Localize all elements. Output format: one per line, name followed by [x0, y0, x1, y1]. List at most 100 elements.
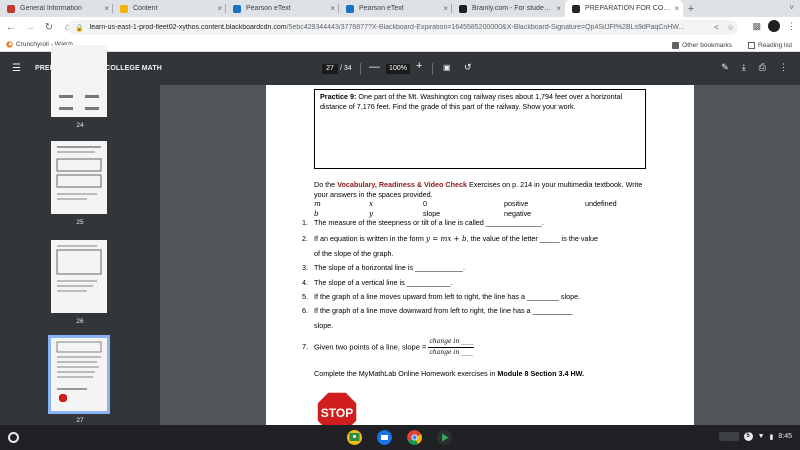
tab-title: Pearson eText	[246, 5, 291, 12]
pdf-toolbar: ☰ PREPARATION FOR COLLEGE MATH 27 / 34 —…	[0, 52, 800, 85]
pearson-icon	[346, 4, 354, 13]
close-tab-icon[interactable]: ×	[556, 4, 561, 13]
reading-list[interactable]: Reading list	[748, 41, 792, 49]
zoom-level-input[interactable]: 100%	[386, 64, 410, 74]
blackboard-icon	[572, 4, 580, 13]
close-tab-icon[interactable]: ×	[443, 4, 448, 13]
notification-count: 5	[743, 432, 753, 441]
download-icon[interactable]: ⤓	[742, 62, 746, 73]
profile-avatar[interactable]	[768, 20, 780, 32]
question-number: 1.	[302, 218, 308, 227]
tab-title: Content	[133, 5, 158, 12]
close-tab-icon[interactable]: ×	[330, 4, 335, 13]
files-icon[interactable]	[377, 430, 392, 445]
tab-title: PREPARATION FOR COLLEGE	[585, 5, 672, 12]
share-icon[interactable]: <	[714, 23, 719, 32]
browser-tab-active[interactable]: PREPARATION FOR COLLEGE×	[565, 0, 683, 17]
url-text: learn-us-east-1-prod-fleet02-xythos.cont…	[89, 24, 685, 31]
launcher-icon[interactable]	[8, 432, 19, 443]
more-options-icon[interactable]: ⋮	[779, 62, 788, 73]
word-bank-item: 0	[423, 199, 427, 208]
chrome-icon[interactable]	[407, 430, 422, 445]
question-text: slope.	[314, 321, 334, 330]
thumbnail-page[interactable]	[51, 45, 107, 117]
clock: 8:45	[778, 433, 792, 440]
word-bank-item: b	[314, 209, 319, 218]
content-icon	[120, 4, 128, 13]
stop-sign-text: STOP	[321, 406, 353, 420]
thumbnail-sidebar: 24 25 26 27	[0, 45, 160, 425]
zoom-in-icon[interactable]: +	[416, 60, 422, 72]
thumbnail-label: 24	[76, 122, 84, 129]
chrome-menu-icon[interactable]: ⋮	[787, 21, 796, 32]
brainly-icon	[459, 4, 467, 13]
pdf-viewer: Practice 9: One part of the Mt. Washingt…	[160, 85, 800, 425]
practice-box: Practice 9: One part of the Mt. Washingt…	[314, 89, 646, 169]
page-total: / 34	[340, 65, 352, 72]
question-text: If the graph of a line moves upward from…	[314, 292, 581, 301]
question-item: 1. The measure of the steepness or tilt o…	[302, 218, 652, 228]
browser-tab[interactable]: Pearson eText ×	[339, 0, 452, 17]
question-text: If the graph of a line move downward fro…	[314, 306, 573, 315]
close-tab-icon[interactable]: ×	[674, 4, 679, 13]
bookmark-star-icon[interactable]: ☆	[727, 23, 734, 32]
forward-icon[interactable]: →	[22, 20, 38, 36]
practice-text: One part of the Mt. Washington cog railw…	[320, 92, 623, 111]
thumbnail-page[interactable]	[51, 240, 107, 313]
word-bank-item: x	[369, 199, 374, 208]
rotate-icon[interactable]: ↺	[464, 62, 472, 73]
homework-text: Complete the MyMathLab Online Homework e…	[314, 369, 498, 378]
tab-title: General Information	[20, 5, 82, 12]
print-icon[interactable]: ⎙	[759, 62, 766, 73]
tray-item[interactable]	[718, 432, 739, 441]
browser-tab[interactable]: Brainly.com - For students. ×	[452, 0, 565, 17]
hamburger-menu-icon[interactable]: ☰	[12, 63, 24, 74]
tab-search-icon[interactable]: ˅	[789, 3, 794, 12]
play-store-icon[interactable]	[437, 430, 452, 445]
back-icon[interactable]: ←	[3, 20, 19, 36]
status-area[interactable]: 5 ▼ ▮ 8:45	[718, 432, 792, 441]
lock-icon: 🔒	[75, 24, 84, 32]
question-item: 7. Given two points of a line, slope = ch…	[302, 337, 652, 358]
stop-sign-icon: STOP	[316, 391, 358, 425]
close-tab-icon[interactable]: ×	[217, 4, 222, 13]
wifi-icon: ▼	[757, 433, 765, 440]
practice-label: Practice 9:	[320, 92, 357, 101]
course-icon	[7, 4, 15, 13]
zoom-out-icon[interactable]: —	[369, 61, 380, 73]
page-number-input[interactable]: 27	[322, 64, 338, 74]
browser-tab[interactable]: Content ×	[113, 0, 226, 17]
tab-strip: General Information × Content × Pearson eTex…	[0, 0, 800, 17]
thumbnail-page-selected[interactable]	[48, 335, 110, 414]
word-bank-item: y	[369, 209, 374, 218]
reading-list-icon	[748, 41, 756, 49]
question-item: 4. The slope of a vertical line is ______…	[302, 278, 652, 288]
classroom-icon[interactable]	[347, 430, 362, 445]
question-text: , the value of the letter _____ is the v…	[466, 234, 599, 243]
annotate-pen-icon[interactable]: ✎	[721, 62, 729, 73]
fit-page-icon[interactable]: ▣	[443, 63, 451, 72]
question-text: Given two points of a line, slope =	[314, 342, 429, 352]
pearson-icon	[233, 4, 241, 13]
question-number: 3.	[302, 263, 308, 272]
question-text: The slope of a horizontal line is ______…	[314, 263, 466, 272]
thumbnail-label: 25	[76, 219, 84, 226]
question-number: 5.	[302, 292, 308, 301]
question-item: 6. If the graph of a line move downward f…	[302, 306, 652, 316]
other-bookmarks[interactable]: Other bookmarks	[672, 41, 732, 49]
question-number: 7.	[302, 342, 309, 352]
close-tab-icon[interactable]: ×	[104, 4, 109, 13]
address-bar[interactable]: 🔒 learn-us-east-1-prod-fleet02-xythos.co…	[68, 20, 738, 35]
reload-icon[interactable]: ↻	[41, 20, 57, 36]
word-bank-item: negative	[504, 209, 532, 218]
question-number: 6.	[302, 306, 308, 315]
new-tab-button[interactable]: +	[683, 0, 699, 17]
reading-list-label: Reading list	[758, 41, 792, 49]
question-item: of the slope of the graph.	[302, 249, 652, 259]
battery-icon: ▮	[769, 433, 774, 441]
extensions-icon[interactable]: ▩	[752, 21, 761, 32]
intro-text: Do the	[314, 180, 338, 189]
thumbnail-page[interactable]	[51, 141, 107, 214]
browser-tab[interactable]: Pearson eText ×	[226, 0, 339, 17]
browser-tab[interactable]: General Information ×	[0, 0, 113, 17]
